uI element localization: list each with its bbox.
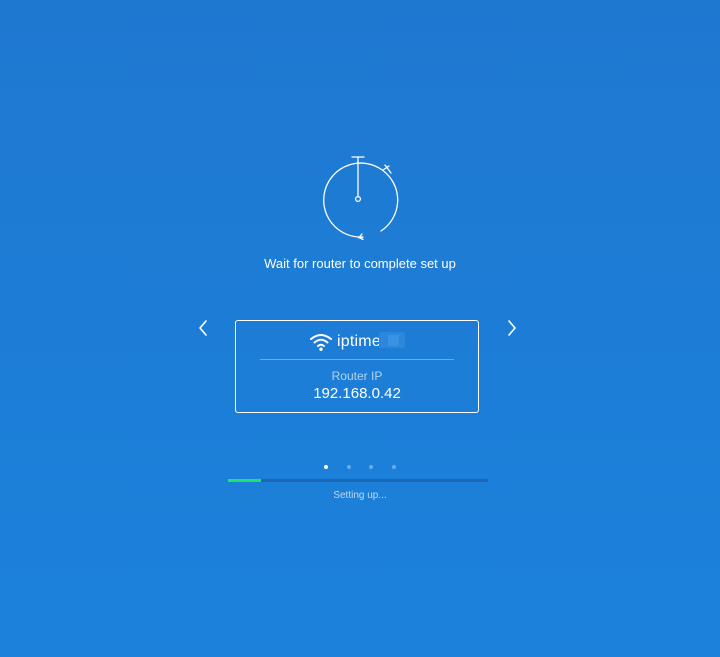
chevron-left-icon[interactable] [193,318,213,338]
brand-name: iptime [337,333,381,350]
brand-redaction [378,332,405,348]
carousel-dot[interactable] [369,465,374,469]
status-text: Setting up... [333,490,387,501]
carousel-dots [324,464,396,470]
router-ip-label: Router IP [331,369,383,383]
router-card: iptime Router IP 192.168.0.42 [235,320,479,413]
carousel-dot[interactable] [346,465,351,469]
stopwatch-icon [323,156,399,240]
wifi-icon [310,334,333,351]
progress-bar [228,479,488,482]
chevron-right-icon[interactable] [502,318,522,338]
carousel-dot[interactable] [391,465,396,469]
card-divider [260,359,454,360]
setup-headline: Wait for router to complete set up [264,256,456,271]
router-brand: iptime [236,330,478,354]
carousel-dot[interactable] [324,465,328,469]
router-ip-value: 192.168.0.42 [313,385,401,402]
progress-fill [228,479,261,482]
